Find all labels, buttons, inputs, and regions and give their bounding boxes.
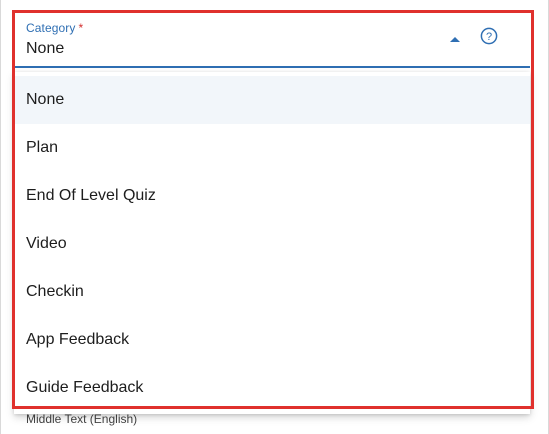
option-end-of-level-quiz[interactable]: End Of Level Quiz (14, 172, 530, 220)
category-label-text: Category (26, 21, 76, 35)
category-dropdown-menu: None Plan End Of Level Quiz Video Checki… (14, 72, 530, 414)
caret-up-icon[interactable] (450, 37, 460, 42)
required-marker: * (78, 21, 84, 35)
help-circle-icon[interactable]: ? (480, 27, 498, 45)
help-symbol: ? (486, 31, 492, 43)
option-guide-feedback[interactable]: Guide Feedback (14, 364, 530, 412)
category-label: Category * (26, 21, 83, 35)
middle-text-label: Middle Text (English) (26, 412, 138, 426)
option-plan[interactable]: Plan (14, 124, 530, 172)
option-none[interactable]: None (14, 76, 530, 124)
category-select[interactable]: Category * None ? (14, 14, 530, 68)
page-edge-left (0, 0, 1, 434)
category-value: None (26, 40, 65, 57)
option-checkin[interactable]: Checkin (14, 268, 530, 316)
option-app-feedback[interactable]: App Feedback (14, 316, 530, 364)
option-video[interactable]: Video (14, 220, 530, 268)
